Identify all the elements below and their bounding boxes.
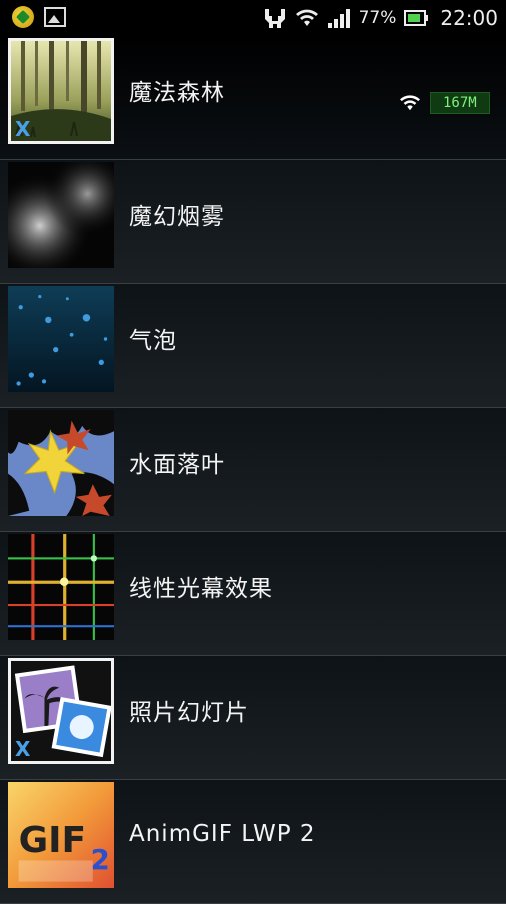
list-item[interactable]: 线性光幕效果: [0, 532, 506, 656]
wallpaper-thumbnail: [8, 286, 114, 392]
wallpaper-name: 气泡: [129, 328, 177, 354]
wallpaper-name: 魔幻烟雾: [129, 204, 225, 230]
notification-icons: [12, 6, 66, 28]
app-notification-icon: [12, 6, 34, 28]
list-item[interactable]: 魔幻烟雾: [0, 160, 506, 284]
wallpaper-thumbnail: [8, 410, 114, 516]
wallpaper-thumbnail: GIF 2: [8, 782, 114, 888]
image-notification-icon: [44, 7, 66, 27]
wifi-icon: [295, 9, 318, 26]
wallpaper-thumbnail: X: [8, 658, 114, 764]
delete-badge: X: [15, 737, 31, 761]
signal-icon: [327, 9, 350, 28]
list-item[interactable]: X 照片幻灯片: [0, 656, 506, 780]
wallpaper-name: 照片幻灯片: [129, 700, 249, 726]
delete-badge: X: [15, 117, 31, 141]
memory-indicator: 167M: [430, 92, 490, 114]
wallpaper-thumbnail: X: [8, 38, 114, 144]
battery-percent: 77%: [358, 8, 397, 28]
svg-text:2: 2: [91, 844, 110, 876]
wallpaper-name: AnimGIF LWP 2: [129, 821, 316, 847]
status-bar: 77% 22:00: [0, 0, 506, 36]
wallpaper-thumbnail: [8, 162, 114, 268]
list-item[interactable]: X 魔法森林 167M: [0, 36, 506, 160]
network-memory-overlay: 167M: [398, 92, 490, 114]
wallpaper-name: 魔法森林: [129, 80, 225, 106]
wallpaper-name: 线性光幕效果: [129, 576, 273, 602]
wifi-icon: [400, 95, 420, 111]
usb-icon: [264, 9, 285, 28]
live-wallpaper-list: X 魔法森林 167M 魔幻烟雾 气泡 水面落叶 线性光幕效果 X 照片幻灯片 …: [0, 36, 506, 904]
wallpaper-name: 水面落叶: [129, 452, 225, 478]
battery-icon: [404, 10, 429, 26]
list-item[interactable]: 气泡: [0, 284, 506, 408]
svg-text:GIF: GIF: [19, 820, 87, 861]
list-item[interactable]: 水面落叶: [0, 408, 506, 532]
system-icons: 77% 22:00: [263, 4, 498, 32]
clock: 22:00: [440, 6, 498, 30]
list-item[interactable]: GIF 2 AnimGIF LWP 2: [0, 780, 506, 904]
wallpaper-thumbnail: [8, 534, 114, 640]
